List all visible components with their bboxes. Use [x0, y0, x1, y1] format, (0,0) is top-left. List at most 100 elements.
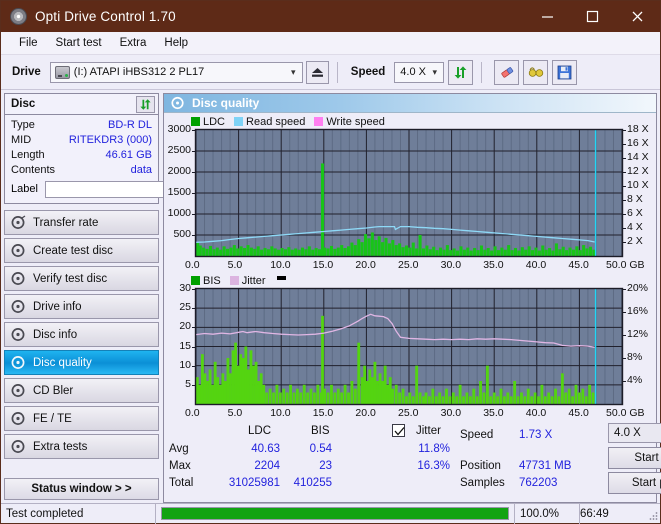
- resize-grip[interactable]: [648, 511, 658, 521]
- y-tick: [192, 214, 196, 215]
- menu-item-extra[interactable]: Extra: [111, 35, 156, 51]
- save-icon[interactable]: [552, 59, 578, 85]
- x-tick-label: 15.0: [312, 259, 334, 271]
- x-tick-label: 45.0: [568, 259, 589, 271]
- sidebar-item-extra-tests[interactable]: Extra tests: [4, 434, 159, 459]
- y-tick-label: 2500: [167, 144, 191, 156]
- bis-jitter-chart: BIS Jitter 5 10 15 20 25 30 4% 8% 12% 16% 20% 0.0 5.…: [166, 274, 654, 420]
- sidebar-item-disc-quality[interactable]: Disc quality: [4, 350, 159, 375]
- stat-avg-jitter: 11.8%: [418, 443, 450, 455]
- test-speed-select[interactable]: 4.0 X ▾: [608, 423, 661, 443]
- x-tick-label: 20.0: [355, 407, 376, 419]
- status-window-button[interactable]: Status window > >: [4, 478, 159, 500]
- y2-tick-label: 20%: [627, 282, 649, 294]
- sidebar-item-fe-te[interactable]: FE / TE: [4, 406, 159, 431]
- jitter-checkbox[interactable]: [392, 424, 405, 437]
- status-message: Test completed: [1, 503, 156, 524]
- sidebar-item-transfer-rate[interactable]: Transfer rate: [4, 210, 159, 235]
- disc-refresh-button[interactable]: [136, 95, 155, 113]
- stat-total-ldc: 31025981: [228, 477, 280, 489]
- legend-item-write-speed: Write speed: [314, 116, 385, 128]
- y2-tick-label: 12 X: [627, 165, 649, 177]
- disc-row-value: RITEKDR3 (000): [68, 133, 152, 146]
- drive-select[interactable]: (I:) ATAPI iHBS312 2 PL17 ▾: [49, 61, 303, 83]
- x-tick-label: 50.0 GB: [606, 259, 645, 271]
- disc-quality-panel: Disc quality LDC Read speed Write speed …: [163, 93, 661, 503]
- legend-swatch: [191, 276, 200, 285]
- x-tick-label: 10.0: [270, 407, 291, 419]
- sidebar-item-verify-test-disc[interactable]: Verify test disc: [4, 266, 159, 291]
- y-tick: [192, 327, 196, 329]
- x-tick-label: 10.0: [270, 259, 291, 271]
- stat-avg-ldc: 40.63: [251, 443, 280, 455]
- y2-tick: [622, 186, 626, 187]
- x-tick-label: 20.0: [355, 259, 376, 271]
- y2-tick-label: 18 X: [627, 123, 649, 135]
- window-controls: [525, 1, 660, 32]
- disc-icon: [11, 327, 26, 342]
- y2-tick-label: 16%: [627, 305, 649, 317]
- samples-stat-value: 762203: [519, 477, 558, 489]
- eraser-icon[interactable]: [494, 59, 520, 85]
- y-tick-label: 15: [179, 339, 191, 352]
- sidebar-item-label: Transfer rate: [33, 216, 99, 229]
- sidebar-item-drive-info[interactable]: Drive info: [4, 294, 159, 319]
- start-part-button[interactable]: Start part: [608, 472, 661, 494]
- disc-row-key: MID: [11, 133, 32, 146]
- speed-select[interactable]: 4.0 X ▾: [394, 61, 445, 83]
- toolbar-divider-2: [481, 61, 483, 83]
- sidebar-item-label: Disc quality: [33, 356, 92, 369]
- progress-bar: [161, 507, 509, 520]
- refresh-icon[interactable]: [448, 59, 474, 85]
- y2-tick-label: 10 X: [627, 179, 649, 191]
- y-tick: [192, 346, 196, 348]
- position-stat-label: Position: [460, 460, 501, 472]
- ldc-plot-area[interactable]: 500 1000 1500 2000 2500 3000 2 X 4 X 6 X 8 X 10 X 1…: [166, 123, 654, 272]
- x-tick-label: 30.0: [440, 407, 462, 419]
- disc-row-value: BD-R DL: [107, 118, 152, 131]
- x-tick-label: 30.0: [440, 259, 462, 271]
- menu-item-file[interactable]: File: [10, 35, 47, 51]
- jitter-label: Jitter: [416, 425, 441, 437]
- y2-tick: [622, 312, 626, 313]
- minimize-icon[interactable]: [525, 1, 570, 32]
- y2-tick-label: 6 X: [627, 207, 643, 219]
- y2-tick-label: 8%: [627, 351, 643, 363]
- y2-tick-label: 12%: [627, 328, 649, 340]
- sidebar-item-disc-info[interactable]: Disc info: [4, 322, 159, 347]
- bis-plot-area[interactable]: 5 10 15 20 25 30 4% 8% 12% 16% 20% 0.0 5.0 10.0 15.0 20…: [166, 282, 654, 420]
- legend-swatch: [314, 117, 324, 126]
- x-tick-label: 40.0: [525, 407, 547, 419]
- disc-row-type: Type BD-R DL: [11, 117, 152, 132]
- sidebar-item-cd-bler[interactable]: CD Bler: [4, 378, 159, 403]
- progress-bar-fill: [162, 508, 508, 519]
- glasses-icon[interactable]: [523, 59, 549, 85]
- page-title: Disc quality: [192, 96, 260, 110]
- x-tick-label: 25.0: [398, 407, 419, 419]
- x-tick-label: 5.0: [227, 407, 243, 419]
- sidebar-item-create-test-disc[interactable]: Create test disc: [4, 238, 159, 263]
- menu-item-start-test[interactable]: Start test: [47, 35, 111, 51]
- menu-item-help[interactable]: Help: [155, 35, 197, 51]
- y2-tick: [622, 158, 626, 159]
- y2-tick: [622, 289, 626, 290]
- legend-marker-icon: [276, 275, 286, 280]
- legend-label: Write speed: [326, 115, 385, 128]
- sidebar-item-label: Create test disc: [33, 244, 113, 257]
- legend-label: LDC: [203, 115, 226, 128]
- maximize-icon[interactable]: [570, 1, 615, 32]
- y-tick: [192, 308, 196, 310]
- start-full-button[interactable]: Start full: [608, 447, 661, 469]
- position-stat-value: 47731 MB: [519, 460, 572, 472]
- panel-header: Disc quality: [164, 94, 656, 113]
- speed-stat-label: Speed: [460, 429, 494, 441]
- y-tick-label: 20: [179, 320, 191, 333]
- legend-label: BIS: [203, 274, 221, 287]
- eject-button[interactable]: [305, 60, 329, 84]
- disc-icon: [11, 215, 26, 230]
- close-icon[interactable]: [615, 1, 660, 32]
- y2-tick: [622, 242, 626, 243]
- ldc-chart-svg: [194, 128, 624, 258]
- nav-list: Transfer rate Create test disc Verify te…: [4, 210, 159, 459]
- y-tick: [192, 172, 196, 173]
